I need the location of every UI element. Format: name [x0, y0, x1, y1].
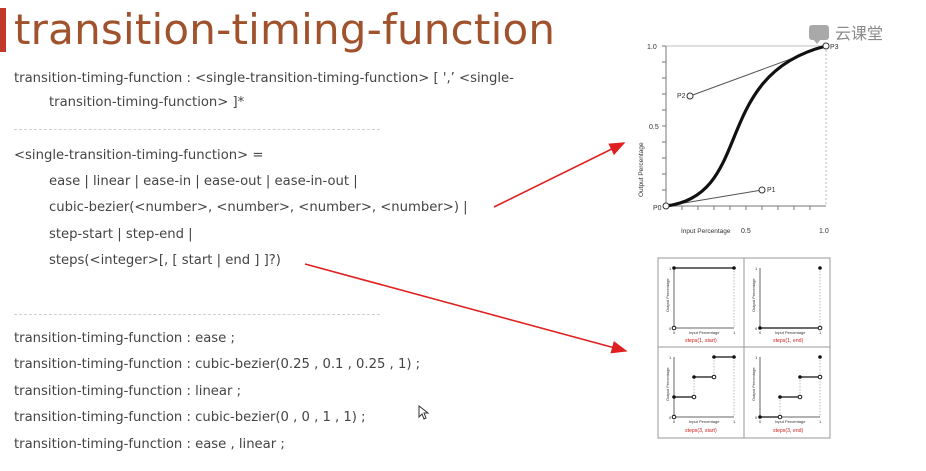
steps-caption-3: steps(3, start) — [685, 428, 717, 434]
svg-text:Input Percentage: Input Percentage — [775, 419, 806, 424]
svg-text:Output Percentage: Output Percentage — [665, 367, 670, 401]
svg-text:Input Percentage: Input Percentage — [689, 330, 720, 335]
svg-text:Output Percentage: Output Percentage — [751, 278, 756, 312]
svg-text:Output Percentage: Output Percentage — [751, 367, 756, 401]
steps-diagram: 1 0 0 1 Input Percentage Output Percenta… — [657, 257, 831, 439]
svg-text:Input Percentage: Input Percentage — [689, 419, 720, 424]
steps-caption-2: steps(1, end) — [773, 338, 804, 344]
svg-text:Input Percentage: Input Percentage — [775, 330, 806, 335]
steps-caption-4: steps(3, end) — [773, 428, 804, 434]
svg-text:Output Percentage: Output Percentage — [665, 278, 670, 312]
steps-caption-1: steps(1, start) — [685, 338, 717, 344]
